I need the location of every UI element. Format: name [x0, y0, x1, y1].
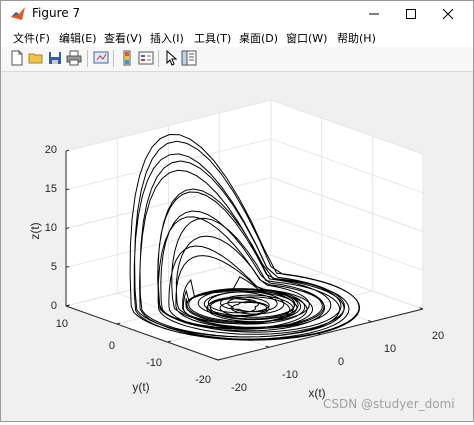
y-tick-label: 0 [109, 340, 115, 352]
z-tick-label: 0 [51, 300, 57, 312]
insert-colorbar-icon[interactable] [119, 50, 135, 66]
property-inspector-icon[interactable] [181, 50, 197, 66]
title-bar: Figure 7 [1, 1, 473, 27]
save-icon[interactable] [47, 50, 63, 66]
menu-edit[interactable]: 编辑(E) [59, 30, 97, 46]
menu-window[interactable]: 窗口(W) [286, 30, 327, 46]
x-tick-label: -10 [282, 369, 298, 381]
csdn-watermark: CSDN @studyer_domi [323, 397, 455, 411]
close-icon [443, 9, 453, 19]
new-file-icon[interactable] [9, 50, 25, 66]
figure-canvas[interactable]: 0 5 10 15 20 -20 -10 0 10 -20 -10 0 10 2… [6, 73, 470, 421]
y-tick-label: -20 [195, 374, 211, 386]
y-tick-label: 10 [56, 318, 68, 330]
z-tick-label: 20 [45, 144, 57, 156]
x-tick-label: 20 [432, 330, 444, 342]
minimize-button[interactable] [357, 1, 391, 27]
maximize-icon [406, 9, 416, 19]
toolbar-separator [87, 50, 88, 67]
menu-view[interactable]: 查看(V) [104, 30, 142, 46]
toolbar-separator [113, 50, 114, 67]
maximize-button[interactable] [394, 1, 428, 27]
menu-desktop[interactable]: 桌面(D) [239, 30, 278, 46]
x-tick-label: -20 [231, 382, 247, 394]
y-tick-label: -10 [146, 357, 162, 369]
y-axis-label: y(t) [132, 380, 149, 394]
figure-window: Figure 7 文件(F) 编辑(E) 查看(V) 插入(I) 工具(T) 桌… [0, 0, 474, 422]
z-axis-label: z(t) [28, 222, 42, 239]
menu-insert[interactable]: 插入(I) [150, 30, 184, 46]
menu-tools[interactable]: 工具(T) [194, 30, 231, 46]
menu-help[interactable]: 帮助(H) [337, 30, 376, 46]
open-folder-icon[interactable] [28, 50, 44, 66]
minimize-icon [369, 13, 379, 15]
z-tick-label: 15 [45, 183, 57, 195]
menu-bar: 文件(F) 编辑(E) 查看(V) 插入(I) 工具(T) 桌面(D) 窗口(W… [1, 27, 473, 47]
x-tick-label: 0 [338, 356, 344, 368]
lorenz-attractor-3d-plot[interactable]: 0 5 10 15 20 -20 -10 0 10 -20 -10 0 10 2… [6, 73, 470, 421]
x-tick-label: 10 [384, 343, 396, 355]
z-tick-label: 5 [51, 261, 57, 273]
figure-toolbar [1, 47, 473, 72]
print-icon[interactable] [66, 50, 82, 66]
pointer-icon[interactable] [163, 50, 179, 66]
toolbar-separator [158, 50, 159, 67]
link-plot-icon[interactable] [93, 50, 109, 66]
window-title: Figure 7 [32, 6, 81, 20]
matlab-logo-icon [11, 7, 25, 20]
close-button[interactable] [431, 1, 465, 27]
menu-file[interactable]: 文件(F) [13, 30, 50, 46]
insert-legend-icon[interactable] [138, 50, 154, 66]
z-tick-label: 10 [45, 222, 57, 234]
